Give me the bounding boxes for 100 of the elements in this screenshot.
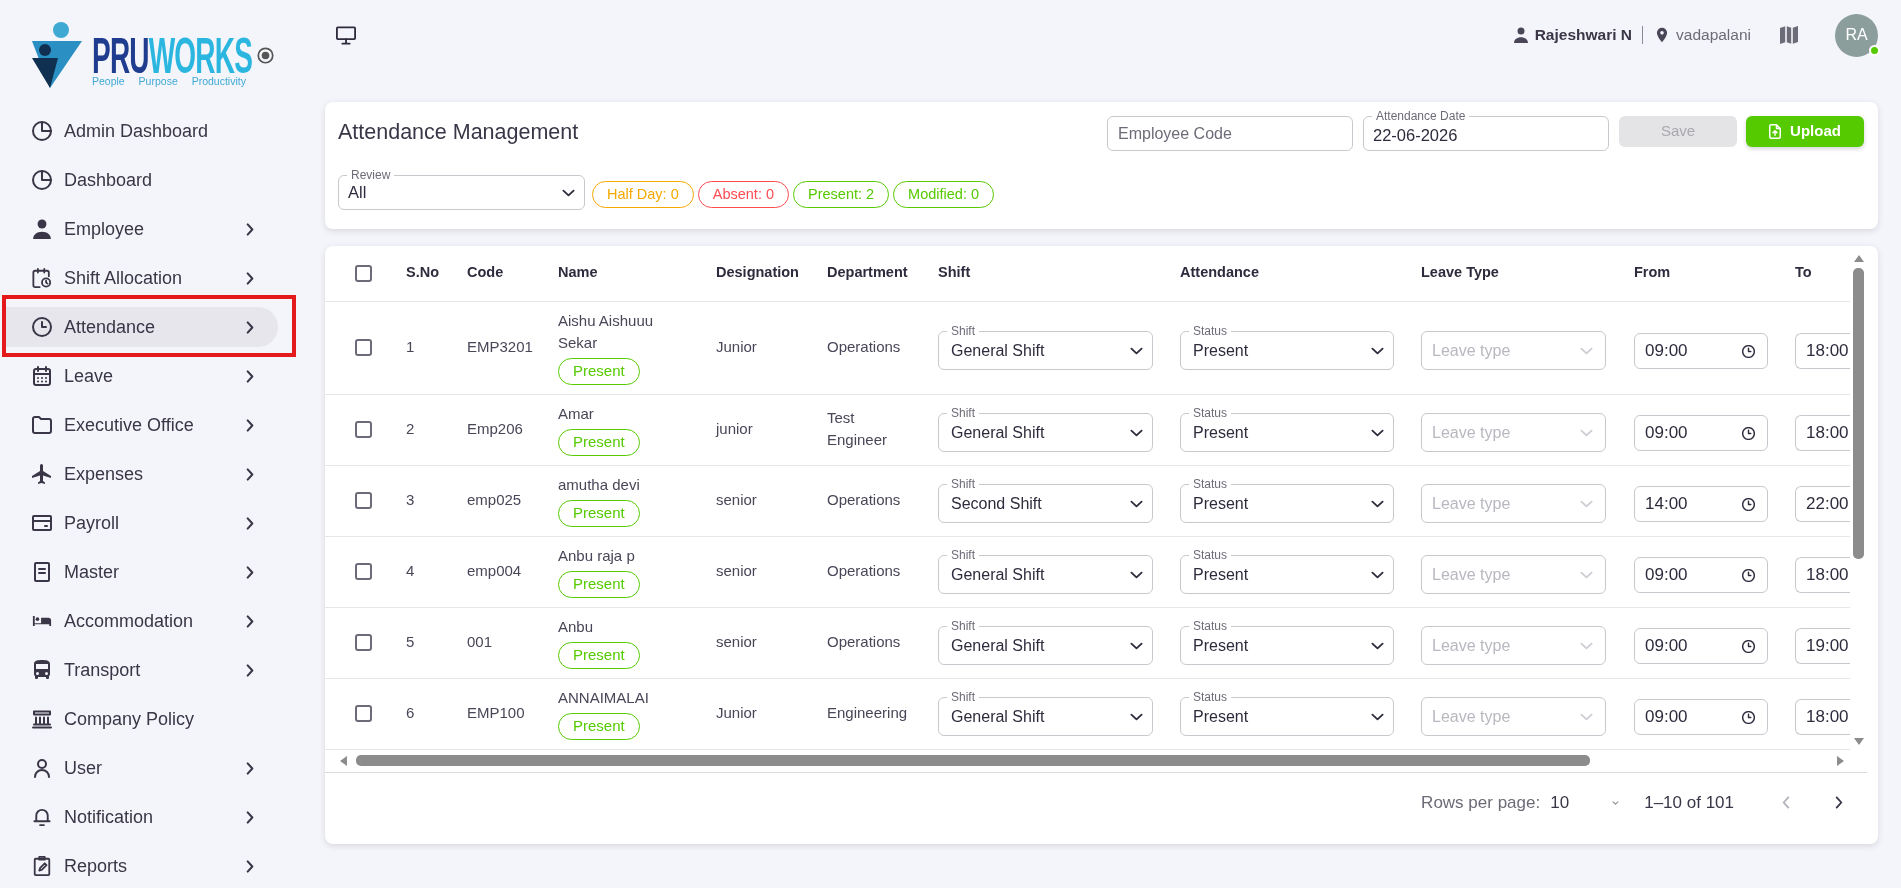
column-header: Attendance (1180, 264, 1259, 281)
chevron-down-icon (1371, 346, 1384, 355)
sidebar-item[interactable]: Transport (6, 650, 278, 690)
shift-select[interactable]: Shift Second Shift (938, 477, 1153, 523)
employee-code-field[interactable]: Employee Code (1107, 116, 1353, 151)
sidebar-item[interactable]: Accommodation (6, 601, 278, 641)
bell-icon (32, 807, 52, 827)
row-checkbox[interactable] (355, 704, 372, 722)
table-cell: Emp206 (467, 419, 523, 437)
from-time-field[interactable]: 09:00 (1634, 333, 1768, 369)
chevron-down-icon (1580, 428, 1593, 437)
employee-name: amutha devi (558, 474, 641, 495)
to-time-field[interactable]: 18:00 (1795, 333, 1850, 369)
scroll-down-icon[interactable] (1853, 737, 1864, 745)
shift-select[interactable]: Shift General Shift (938, 324, 1153, 370)
from-time-field[interactable]: 09:00 (1634, 557, 1768, 593)
map-pin-icon (1656, 27, 1668, 43)
page-title: Attendance Management (338, 118, 579, 146)
chevron-down-icon (1371, 712, 1384, 721)
sidebar-item[interactable]: Payroll (6, 503, 278, 543)
table-cell: senior (716, 561, 757, 579)
status-select[interactable]: Status Present (1180, 324, 1394, 370)
chevron-down-icon (1130, 346, 1143, 355)
scroll-up-icon[interactable] (1853, 255, 1864, 262)
chevron-down-icon (1580, 641, 1593, 650)
status-select[interactable]: Status Present (1180, 406, 1394, 452)
chevron-down-icon (1130, 712, 1143, 721)
sidebar-item[interactable]: Company Policy (6, 699, 278, 739)
pie-chart-icon (32, 170, 52, 190)
scroll-left-icon[interactable] (340, 755, 347, 766)
row-checkbox[interactable] (355, 338, 372, 356)
from-time-field[interactable]: 09:00 (1634, 699, 1768, 735)
attendance-date-field[interactable]: Attendance Date 22-06-2026 (1363, 109, 1609, 151)
select-all-checkbox[interactable] (355, 264, 372, 282)
column-header: S.No (406, 264, 440, 281)
status-select[interactable]: Status Present (1180, 690, 1394, 736)
sidebar-item[interactable]: Leave (6, 356, 278, 396)
from-time-field[interactable]: 09:00 (1634, 628, 1768, 664)
chevron-down-icon (1580, 346, 1593, 355)
row-checkbox[interactable] (355, 420, 372, 438)
folder-icon (32, 415, 52, 435)
sidebar-item[interactable]: Reports (6, 846, 278, 886)
table-cell: 2 (406, 419, 415, 437)
sidebar-item[interactable]: Shift Allocation (6, 258, 278, 298)
review-select[interactable]: Review All (338, 168, 585, 210)
sidebar-item[interactable]: Executive Office (6, 405, 278, 445)
sidebar-item[interactable]: Attendance (6, 307, 278, 347)
table-cell-text: Operations (827, 336, 901, 357)
monitor-icon[interactable] (336, 25, 356, 45)
sidebar-item[interactable]: Expenses (6, 454, 278, 494)
next-page-button[interactable] (1835, 796, 1843, 809)
pie-chart-icon (32, 121, 52, 141)
to-time-field[interactable]: 19:00 (1795, 628, 1850, 664)
sidebar-item[interactable]: User (6, 748, 278, 788)
bus-icon (32, 660, 52, 680)
person-outline-icon (32, 758, 52, 778)
chevron-down-icon (1130, 428, 1143, 437)
to-time-field[interactable]: 18:00 (1795, 557, 1850, 593)
to-time-field[interactable]: 22:00 (1795, 486, 1850, 522)
chevron-down-icon (1371, 641, 1384, 650)
scroll-right-icon[interactable] (1837, 755, 1844, 766)
status-select[interactable]: Status Present (1180, 477, 1394, 523)
shift-select[interactable]: Shift General Shift (938, 548, 1153, 594)
chevron-down-icon (562, 188, 575, 197)
table-cell: EMP3201 (467, 337, 533, 355)
table-cell-text: Operations (827, 631, 901, 652)
column-header: Designation (716, 264, 799, 281)
row-checkbox[interactable] (355, 491, 372, 509)
rows-per-page-select[interactable]: 10 (1550, 789, 1620, 816)
sidebar-item[interactable]: Master (6, 552, 278, 592)
sidebar-item[interactable]: Dashboard (6, 160, 278, 200)
vertical-scrollbar-thumb[interactable] (1853, 268, 1864, 559)
horizontal-scrollbar-thumb[interactable] (356, 755, 1590, 766)
chevron-down-icon (1580, 499, 1593, 508)
from-time-field[interactable]: 14:00 (1634, 486, 1768, 522)
column-header: To (1795, 264, 1812, 281)
rows-per-page-label: Rows per page: (1421, 791, 1541, 814)
row-checkbox[interactable] (355, 562, 372, 580)
status-select[interactable]: Status Present (1180, 619, 1394, 665)
document-icon (32, 562, 52, 582)
airplane-icon (32, 464, 52, 484)
shift-select[interactable]: Shift General Shift (938, 619, 1153, 665)
column-header: Code (467, 264, 504, 281)
sidebar-item[interactable]: Admin Dashboard (6, 111, 278, 151)
chevron-down-icon (1580, 712, 1593, 721)
from-time-field[interactable]: 09:00 (1634, 415, 1768, 451)
shift-select[interactable]: Shift General Shift (938, 406, 1153, 452)
clipboard-pencil-icon (32, 856, 52, 876)
to-time-field[interactable]: 18:00 (1795, 415, 1850, 451)
chevron-down-icon (1130, 641, 1143, 650)
table-cell: 1 (406, 337, 415, 355)
to-time-field[interactable]: 18:00 (1795, 699, 1850, 735)
clock-icon (1742, 639, 1755, 653)
shift-select[interactable]: Shift General Shift (938, 690, 1153, 736)
sidebar-item[interactable]: Notification (6, 797, 278, 837)
status-select[interactable]: Status Present (1180, 548, 1394, 594)
sidebar-item[interactable]: Employee (6, 209, 278, 249)
map-icon[interactable] (1778, 25, 1800, 45)
row-checkbox[interactable] (355, 633, 372, 651)
user-name: Rajeshwari N (1534, 25, 1632, 46)
